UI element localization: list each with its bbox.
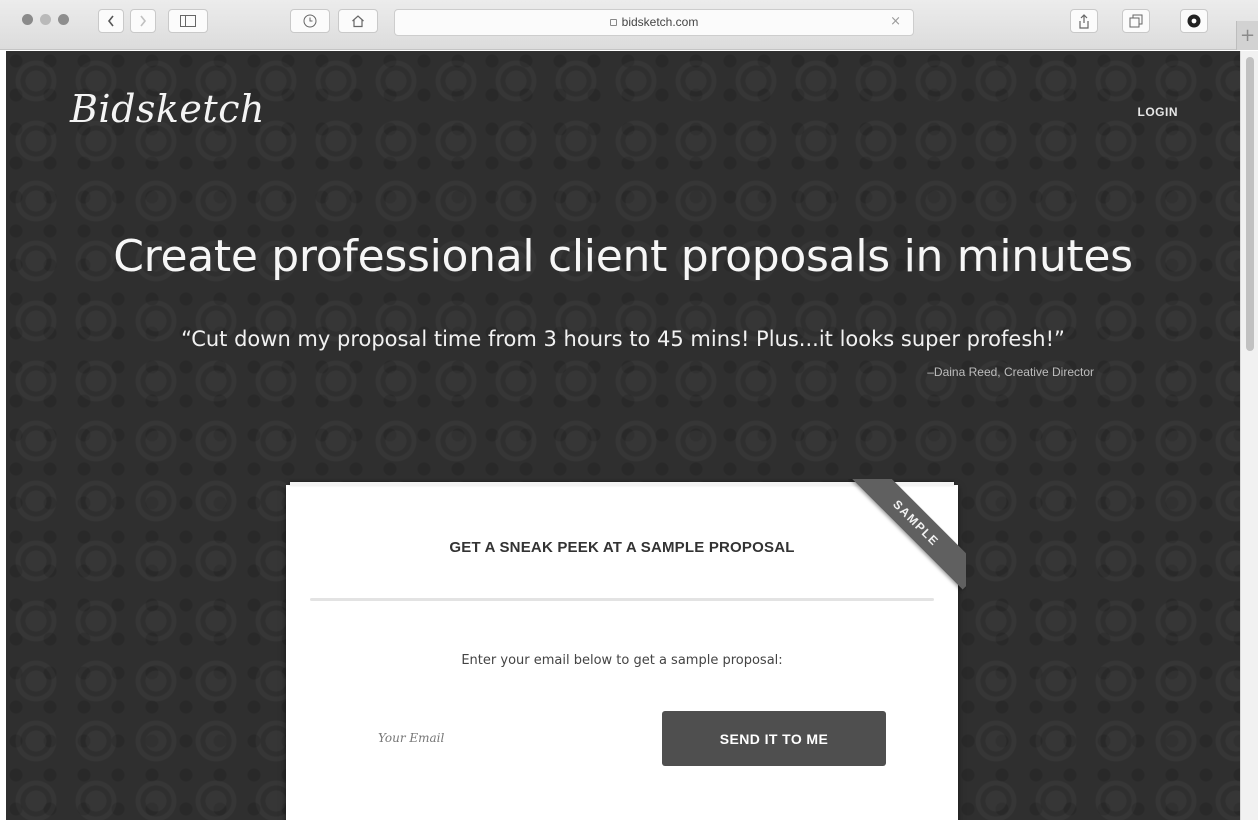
card-instructions: Enter your email below to get a sample p… <box>461 653 783 668</box>
site-logo[interactable]: Bidsketch <box>70 87 265 131</box>
clear-url-icon[interactable]: × <box>890 14 901 29</box>
webpage: Bidsketch LOGIN Create professional clie… <box>6 51 1240 820</box>
history-button[interactable] <box>290 9 330 33</box>
card-title: GET A SNEAK PEEK AT A SAMPLE PROPOSAL <box>449 539 795 556</box>
scrollbar-thumb[interactable] <box>1246 57 1254 351</box>
close-window-button[interactable] <box>22 14 33 25</box>
extension-icon <box>1187 14 1201 28</box>
clock-icon <box>303 14 317 28</box>
hero-headline: Create professional client proposals in … <box>113 231 1133 282</box>
back-button[interactable] <box>98 9 124 33</box>
address-text[interactable]: bidsketch.com <box>395 15 913 29</box>
login-link[interactable]: LOGIN <box>1138 105 1179 119</box>
page-scrollbar[interactable] <box>1240 51 1258 820</box>
extension-button[interactable] <box>1180 9 1208 33</box>
home-button[interactable] <box>338 9 378 33</box>
share-button[interactable] <box>1070 9 1098 33</box>
sample-ribbon: SAMPLE <box>848 479 966 597</box>
tabs-icon <box>1129 14 1143 28</box>
share-icon <box>1078 13 1090 29</box>
minimize-window-button[interactable] <box>40 14 51 25</box>
lock-icon <box>609 19 617 26</box>
email-input[interactable] <box>374 724 624 752</box>
card-divider <box>310 598 934 601</box>
new-tab-button[interactable]: + <box>1236 21 1258 50</box>
address-bar[interactable]: bidsketch.com × <box>394 9 914 36</box>
sidebar-icon <box>180 15 196 27</box>
url-value: bidsketch.com <box>621 15 699 29</box>
send-it-to-me-button[interactable]: SEND IT TO ME <box>662 711 886 766</box>
browser-toolbar: bidsketch.com × <box>0 0 1258 50</box>
zoom-window-button[interactable] <box>58 14 69 25</box>
testimonial-attribution: –Daina Reed, Creative Director <box>927 365 1094 379</box>
testimonial-quote: “Cut down my proposal time from 3 hours … <box>181 327 1065 351</box>
sidebar-button[interactable] <box>168 9 208 33</box>
tabs-overview-button[interactable] <box>1122 9 1150 33</box>
chevron-left-icon <box>106 14 116 28</box>
forward-button[interactable] <box>130 9 156 33</box>
sample-proposal-card: SAMPLE GET A SNEAK PEEK AT A SAMPLE PROP… <box>286 479 966 820</box>
sample-ribbon-label: SAMPLE <box>849 479 966 590</box>
home-icon <box>351 14 365 28</box>
chevron-right-icon <box>138 14 148 28</box>
